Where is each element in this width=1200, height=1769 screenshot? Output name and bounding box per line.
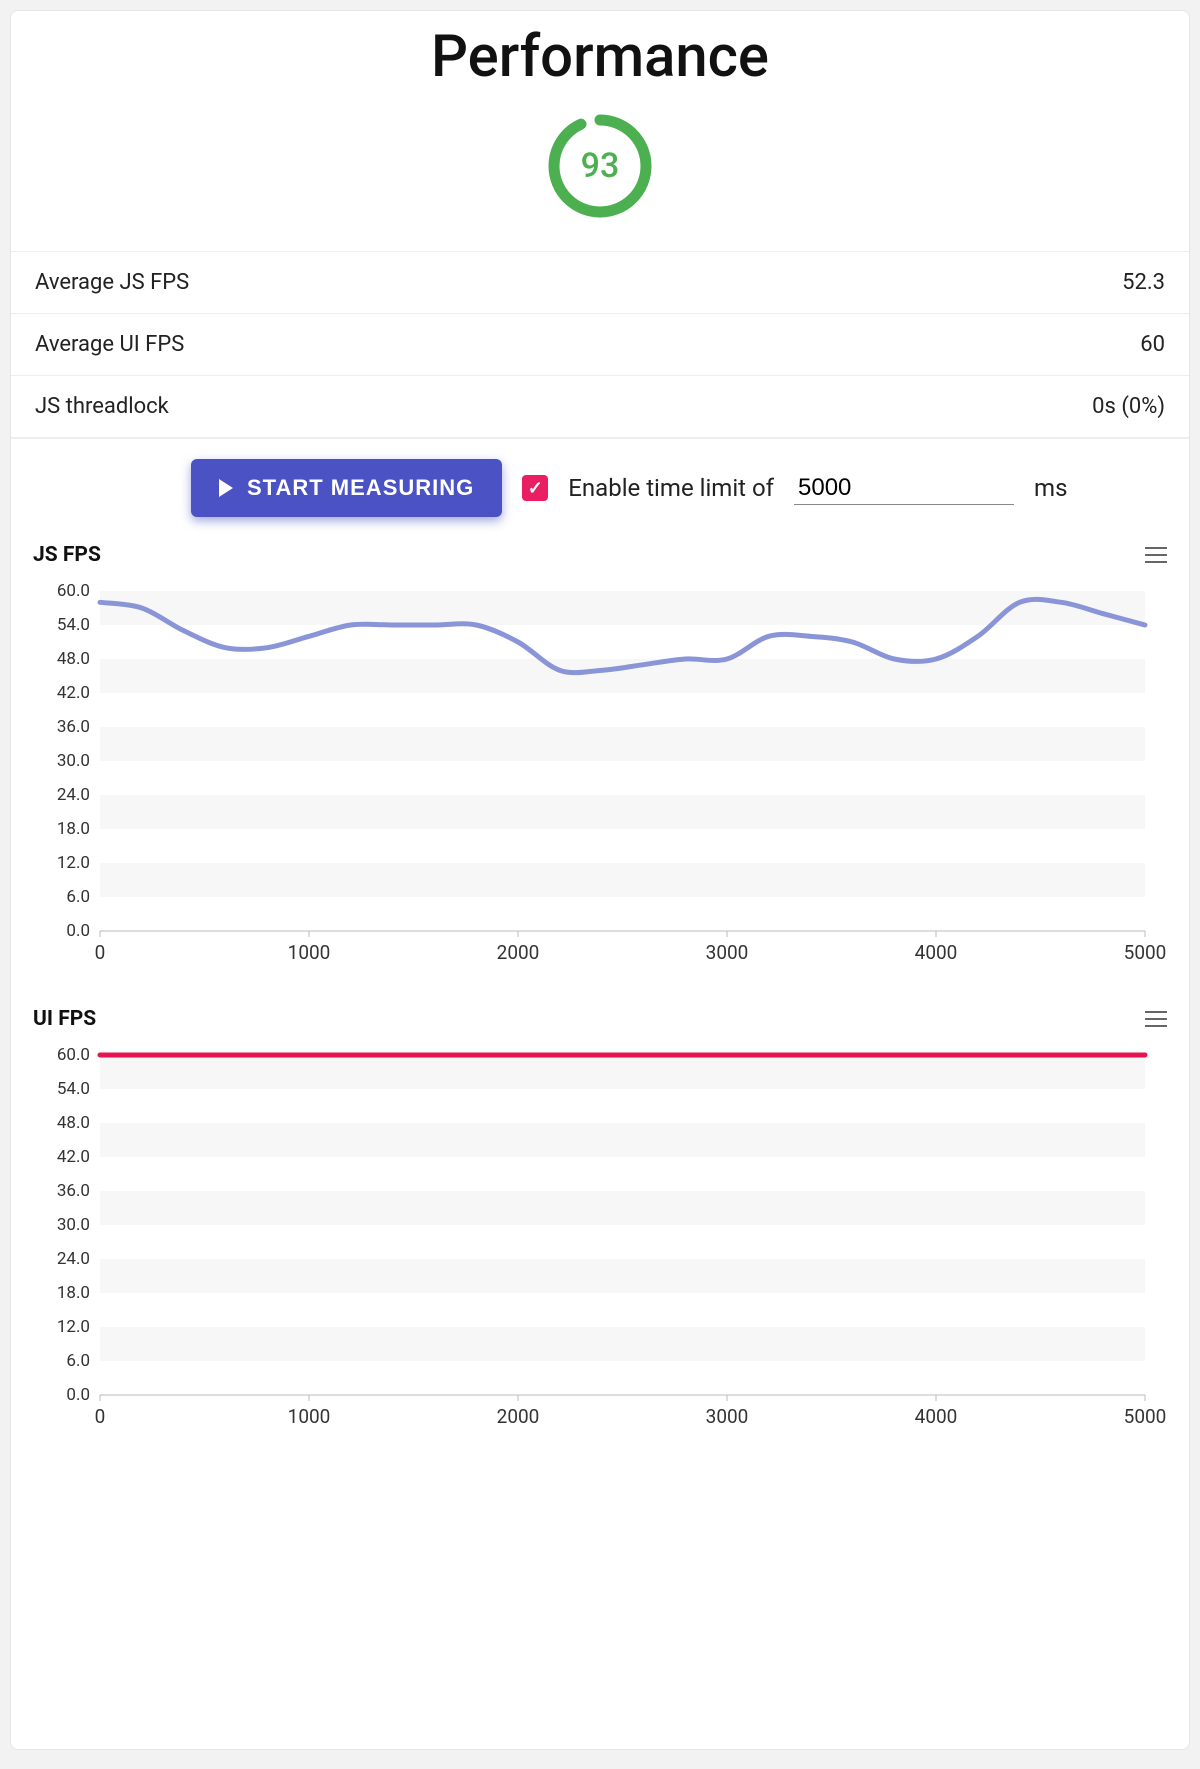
enable-time-limit-checkbox[interactable]: ✓ — [522, 475, 548, 501]
svg-text:6.0: 6.0 — [66, 1351, 90, 1371]
svg-text:4000: 4000 — [915, 941, 958, 964]
svg-text:54.0: 54.0 — [57, 1079, 90, 1099]
time-limit-unit: ms — [1034, 474, 1067, 502]
svg-text:5000: 5000 — [1124, 941, 1167, 964]
svg-text:54.0: 54.0 — [57, 615, 90, 635]
ui-fps-chart: 0.0 6.0 12.0 18.0 24.0 30.0 36.0 42.0 48.0 54.0 60… — [33, 1045, 1167, 1435]
svg-text:12.0: 12.0 — [57, 853, 90, 873]
chart-title: JS FPS — [33, 543, 101, 567]
svg-text:0: 0 — [95, 941, 106, 964]
svg-text:12.0: 12.0 — [57, 1317, 90, 1337]
page-title: Performance — [11, 11, 1189, 101]
hamburger-menu-icon[interactable] — [1145, 1011, 1167, 1027]
metric-row-threadlock: JS threadlock 0s (0%) — [11, 376, 1189, 438]
ui-fps-chart-svg: 0.0 6.0 12.0 18.0 24.0 30.0 36.0 42.0 48.0 54.0 60… — [33, 1045, 1167, 1435]
metric-value: 60 — [1140, 332, 1165, 357]
controls-row: START MEASURING ✓ Enable time limit of m… — [11, 438, 1189, 527]
js-fps-chart-section: JS FPS 0.0 6.0 12.0 18.0 24.0 30.0 36.0 42.0 48.… — [11, 527, 1189, 991]
svg-text:3000: 3000 — [706, 941, 749, 964]
score-ring-container: 93 — [11, 101, 1189, 251]
svg-text:24.0: 24.0 — [57, 1249, 90, 1269]
svg-text:3000: 3000 — [706, 1405, 749, 1428]
svg-text:0.0: 0.0 — [66, 921, 90, 941]
svg-text:0: 0 — [95, 1405, 106, 1428]
metric-value: 52.3 — [1122, 270, 1165, 295]
chart-header: JS FPS — [33, 537, 1167, 581]
svg-text:30.0: 30.0 — [57, 1215, 90, 1235]
play-icon — [219, 479, 233, 497]
metric-label: Average JS FPS — [35, 270, 189, 295]
performance-card: Performance 93 Average JS FPS 52.3 Avera… — [10, 10, 1190, 1750]
svg-text:1000: 1000 — [288, 1405, 331, 1428]
metric-row-ui-fps: Average UI FPS 60 — [11, 314, 1189, 376]
svg-text:6.0: 6.0 — [66, 887, 90, 907]
svg-text:18.0: 18.0 — [57, 1283, 90, 1303]
metric-value: 0s (0%) — [1092, 394, 1165, 419]
metric-label: JS threadlock — [35, 394, 169, 419]
svg-text:36.0: 36.0 — [57, 717, 90, 737]
svg-text:18.0: 18.0 — [57, 819, 90, 839]
enable-time-limit-label: Enable time limit of — [568, 474, 774, 502]
metric-row-js-fps: Average JS FPS 52.3 — [11, 251, 1189, 314]
start-measuring-button[interactable]: START MEASURING — [191, 459, 502, 517]
checkmark-icon: ✓ — [528, 478, 543, 499]
svg-text:0.0: 0.0 — [66, 1385, 90, 1405]
hamburger-menu-icon[interactable] — [1145, 547, 1167, 563]
js-fps-chart-svg: 0.0 6.0 12.0 18.0 24.0 30.0 36.0 42.0 48.0 54.0 60… — [33, 581, 1167, 971]
ui-fps-chart-section: UI FPS 0.0 6.0 12.0 18.0 24.0 30.0 36.0 42.0 48.… — [11, 991, 1189, 1455]
svg-text:42.0: 42.0 — [57, 1147, 90, 1167]
svg-text:60.0: 60.0 — [57, 581, 90, 601]
js-fps-chart: 0.0 6.0 12.0 18.0 24.0 30.0 36.0 42.0 48.0 54.0 60… — [33, 581, 1167, 971]
svg-text:2000: 2000 — [497, 941, 540, 964]
svg-text:48.0: 48.0 — [57, 1113, 90, 1133]
svg-text:60.0: 60.0 — [57, 1045, 90, 1065]
start-button-label: START MEASURING — [247, 475, 474, 501]
svg-text:24.0: 24.0 — [57, 785, 90, 805]
chart-title: UI FPS — [33, 1007, 96, 1031]
score-value: 93 — [545, 111, 655, 221]
svg-text:1000: 1000 — [288, 941, 331, 964]
score-ring: 93 — [545, 111, 655, 221]
time-limit-input[interactable] — [794, 472, 1014, 505]
svg-text:5000: 5000 — [1124, 1405, 1167, 1428]
svg-text:48.0: 48.0 — [57, 649, 90, 669]
svg-text:2000: 2000 — [497, 1405, 540, 1428]
chart-header: UI FPS — [33, 1001, 1167, 1045]
svg-text:4000: 4000 — [915, 1405, 958, 1428]
svg-text:36.0: 36.0 — [57, 1181, 90, 1201]
metric-label: Average UI FPS — [35, 332, 184, 357]
svg-text:30.0: 30.0 — [57, 751, 90, 771]
svg-text:42.0: 42.0 — [57, 683, 90, 703]
